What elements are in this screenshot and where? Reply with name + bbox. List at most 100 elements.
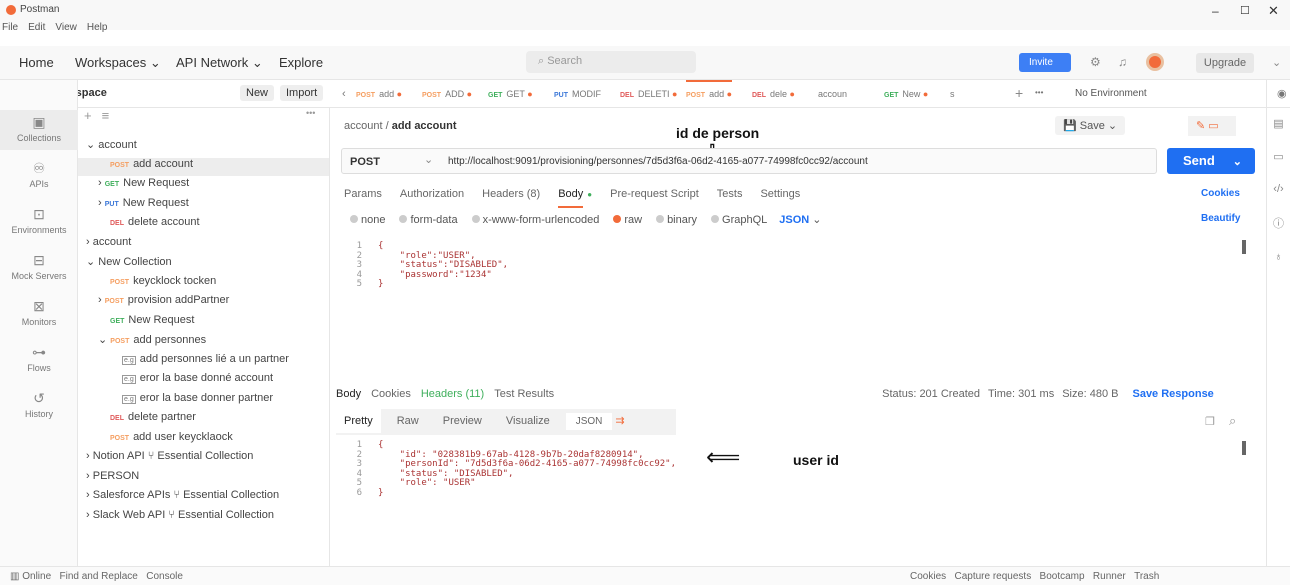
request-tab[interactable]: POST ADD ● bbox=[422, 89, 472, 99]
body-opt-label[interactable]: none bbox=[361, 214, 385, 226]
tree-item[interactable]: › GET New Request bbox=[98, 177, 189, 195]
tree-item[interactable]: › PERSON bbox=[86, 470, 139, 488]
new-tab-icon[interactable]: + bbox=[1015, 85, 1023, 101]
req-tab-body[interactable]: Body bbox=[558, 188, 584, 208]
scrollbar[interactable] bbox=[1242, 240, 1246, 254]
avatar[interactable] bbox=[1146, 53, 1164, 71]
res-tab[interactable]: Test Results bbox=[494, 388, 554, 400]
req-tab-settings[interactable]: Settings bbox=[760, 188, 800, 200]
edit-icon[interactable]: ✎ ▭ bbox=[1188, 116, 1236, 136]
tree-item[interactable]: e.g eror la base donner partner bbox=[122, 392, 273, 410]
tree-item[interactable]: ⌄ New Collection bbox=[86, 255, 172, 273]
view-preview[interactable]: Preview bbox=[435, 409, 490, 433]
docs-icon[interactable]: ▤ bbox=[1267, 117, 1290, 130]
tree-item[interactable]: › Slack Web API ⑂ Essential Collection bbox=[86, 509, 274, 527]
req-tab-authorization[interactable]: Authorization bbox=[400, 188, 464, 200]
wrap-icon[interactable]: ⇉ bbox=[612, 415, 624, 427]
rail-collections[interactable]: ▣ Collections bbox=[0, 110, 78, 150]
body-opt-label[interactable]: form-data bbox=[410, 214, 457, 226]
req-tab-pre-request-script[interactable]: Pre-request Script bbox=[610, 188, 699, 200]
body-lang-select[interactable]: JSON bbox=[779, 214, 809, 226]
body-opt-label[interactable]: GraphQL bbox=[722, 214, 767, 226]
request-tab[interactable]: DEL DELETI ● bbox=[620, 89, 677, 99]
beautify-link[interactable]: Beautify bbox=[1201, 213, 1240, 224]
invite-button[interactable]: Invite bbox=[1019, 53, 1071, 72]
request-tab[interactable]: POST add ● bbox=[356, 89, 402, 99]
tree-item[interactable]: e.g add personnes lié a un partner bbox=[122, 353, 289, 371]
view-visualize[interactable]: Visualize bbox=[498, 409, 558, 433]
request-tab[interactable]: POST add ● bbox=[686, 80, 733, 108]
menu-edit[interactable]: Edit bbox=[28, 22, 45, 33]
tabs-back-icon[interactable]: ‹ bbox=[342, 88, 346, 100]
body-opt-label[interactable]: raw bbox=[624, 214, 642, 226]
res-tab[interactable]: Headers (11) bbox=[421, 388, 484, 400]
nav-home[interactable]: Home bbox=[19, 55, 54, 70]
send-button[interactable]: Send ⌄ bbox=[1167, 148, 1255, 174]
status-cookies[interactable]: Cookies bbox=[910, 571, 946, 582]
radio-raw[interactable] bbox=[613, 215, 622, 223]
method-chevron-icon[interactable]: ⌄ bbox=[424, 153, 433, 166]
maximize-icon[interactable]: ☐ bbox=[1240, 4, 1250, 17]
runner[interactable]: Runner bbox=[1093, 571, 1126, 582]
url-input[interactable]: http://localhost:9091/provisioning/perso… bbox=[448, 156, 868, 167]
rail-flows[interactable]: ⊶ Flows bbox=[0, 344, 78, 373]
save-button[interactable]: 💾 Save ⌄ bbox=[1055, 116, 1126, 135]
chevron-right-icon[interactable]: › bbox=[86, 489, 93, 501]
chevron-down-icon[interactable]: ⌄ bbox=[86, 256, 98, 268]
settings-icon[interactable]: ⚙ bbox=[1090, 55, 1101, 69]
status-online[interactable]: Online bbox=[22, 571, 51, 582]
radio-none[interactable] bbox=[350, 215, 358, 223]
tree-item[interactable]: GET New Request bbox=[110, 314, 194, 332]
close-icon[interactable]: ✕ bbox=[1268, 3, 1279, 19]
tree-item[interactable]: POST add user keycklaock bbox=[110, 431, 233, 449]
new-button[interactable]: New bbox=[240, 85, 275, 101]
tree-item[interactable]: e.g eror la base donné account bbox=[122, 372, 273, 390]
req-tab-headers-[interactable]: Headers (8) bbox=[482, 188, 540, 200]
search-icon[interactable]: ⌕ bbox=[1229, 413, 1236, 429]
tree-item[interactable]: DEL delete partner bbox=[110, 411, 196, 429]
method-select[interactable]: POST bbox=[350, 156, 380, 168]
tree-item[interactable]: ⌄ POST add personnes bbox=[98, 333, 206, 351]
comments-icon[interactable]: ▭ bbox=[1267, 150, 1290, 163]
request-tab[interactable]: GET New ● bbox=[884, 89, 928, 99]
bulb-icon[interactable]: ♁ bbox=[1267, 251, 1290, 263]
rail-history[interactable]: ↺ History bbox=[0, 390, 78, 419]
tree-item[interactable]: POST keycklock tocken bbox=[110, 275, 216, 293]
import-button[interactable]: Import bbox=[280, 85, 324, 101]
tree-item[interactable]: › Notion API ⑂ Essential Collection bbox=[86, 450, 253, 468]
chevron-down-icon[interactable]: ⌄ bbox=[809, 214, 821, 226]
radio-form-data[interactable] bbox=[399, 215, 408, 223]
request-tab[interactable]: PUT MODIF bbox=[554, 89, 601, 99]
chevron-down-icon[interactable]: ⌄ bbox=[98, 334, 110, 346]
code-icon[interactable]: ‹/› bbox=[1267, 183, 1290, 195]
body-opt-label[interactable]: binary bbox=[667, 214, 697, 226]
chevron-right-icon[interactable]: › bbox=[98, 177, 105, 189]
search-input[interactable]: ⌕ Search bbox=[526, 51, 696, 73]
bell-icon[interactable]: ♫ bbox=[1118, 55, 1127, 69]
rail-monitors[interactable]: ⊠ Monitors bbox=[0, 298, 78, 327]
radio-x-www-form-urlencoded[interactable] bbox=[471, 215, 480, 223]
nav-explore[interactable]: Explore bbox=[279, 55, 323, 70]
chevron-down-icon[interactable]: ⌄ bbox=[86, 139, 98, 151]
request-tab[interactable]: accoun bbox=[818, 89, 847, 99]
request-tab[interactable]: DEL dele ● bbox=[752, 89, 795, 99]
radio-binary[interactable] bbox=[656, 215, 665, 223]
upgrade-button[interactable]: Upgrade bbox=[1196, 53, 1254, 73]
req-tab-params[interactable]: Params bbox=[344, 188, 382, 200]
info-icon[interactable]: ⓘ bbox=[1267, 215, 1290, 231]
tree-item[interactable]: › Salesforce APIs ⑂ Essential Collection bbox=[86, 489, 279, 507]
request-tab[interactable]: s bbox=[950, 89, 955, 99]
find-replace[interactable]: Find and Replace bbox=[59, 571, 137, 582]
nav-api-network[interactable]: API Network ⌄ bbox=[176, 55, 263, 71]
request-tab[interactable]: GET GET ● bbox=[488, 89, 533, 99]
scrollbar[interactable] bbox=[1242, 441, 1246, 455]
minimize-icon[interactable]: – bbox=[1212, 4, 1219, 18]
chevron-right-icon[interactable]: › bbox=[86, 450, 93, 462]
tree-item[interactable]: › account bbox=[86, 236, 131, 254]
radio-graphql[interactable] bbox=[711, 215, 720, 223]
menu-file[interactable]: File bbox=[2, 22, 18, 33]
copy-icon[interactable]: ❐ bbox=[1205, 415, 1215, 428]
chevron-right-icon[interactable]: › bbox=[86, 236, 93, 248]
save-response-button[interactable]: Save Response bbox=[1132, 388, 1213, 400]
nav-workspaces[interactable]: Workspaces ⌄ bbox=[75, 55, 161, 71]
